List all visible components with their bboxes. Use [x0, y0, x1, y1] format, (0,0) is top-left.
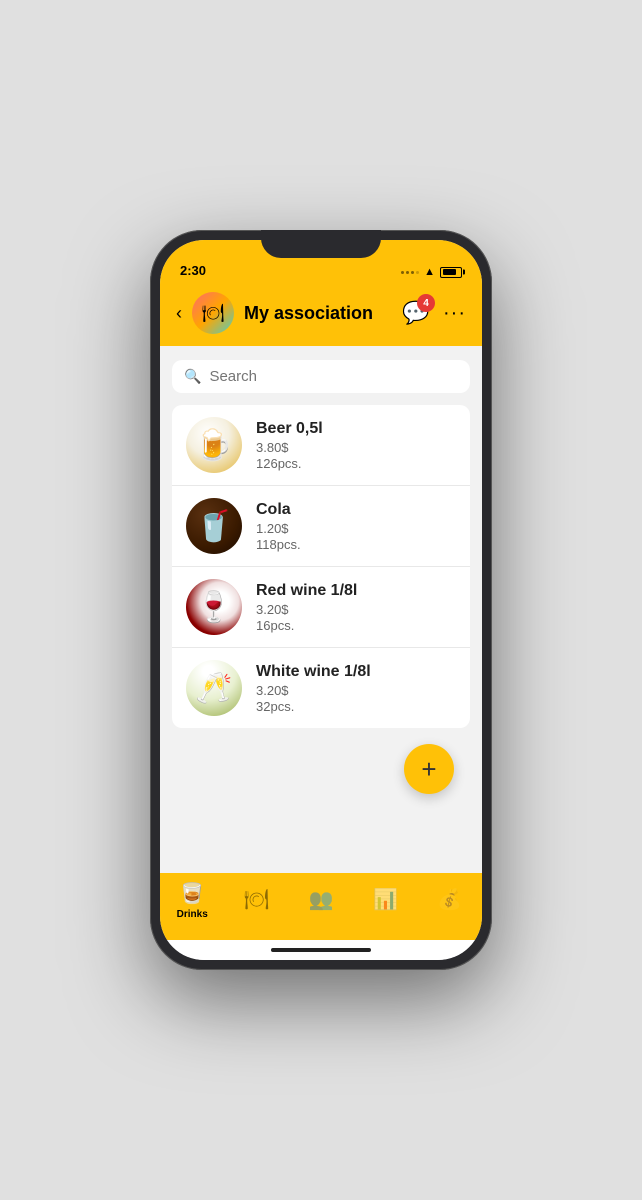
item-list: 🍺 Beer 0,5l 3.80$ 126pcs. 🥤 Cola 1.20$ 1… — [172, 405, 470, 728]
nav-item-food[interactable]: 🍽 — [224, 887, 288, 915]
item-image-beer: 🍺 — [186, 417, 242, 473]
add-button[interactable]: + — [404, 744, 454, 794]
list-item[interactable]: 🥂 White wine 1/8l 3.20$ 32pcs. — [172, 648, 470, 728]
nav-item-finance[interactable]: 💰 — [418, 887, 482, 915]
search-icon: 🔍 — [184, 368, 201, 385]
item-name: Red wine 1/8l — [256, 582, 456, 600]
list-item[interactable]: 🍺 Beer 0,5l 3.80$ 126pcs. — [172, 405, 470, 486]
drinks-icon: 🥃 — [180, 881, 205, 906]
search-bar: 🔍 — [172, 360, 470, 393]
item-image-redwine: 🍷 — [186, 579, 242, 635]
battery-icon — [440, 267, 462, 278]
header-actions: 💬 4 ··· — [399, 296, 466, 330]
home-bar — [271, 948, 371, 952]
header: ‹ 🍽 My association 💬 4 ··· — [160, 284, 482, 346]
people-icon: 👥 — [309, 887, 334, 912]
item-price: 3.20$ — [256, 683, 456, 698]
home-indicator — [160, 940, 482, 960]
item-pcs: 32pcs. — [256, 699, 456, 714]
signal-icon — [401, 271, 419, 274]
more-button[interactable]: ··· — [443, 302, 466, 325]
item-pcs: 16pcs. — [256, 618, 456, 633]
item-image-whitewine: 🥂 — [186, 660, 242, 716]
bottom-navigation: 🥃 Drinks 🍽 👥 📊 💰 — [160, 873, 482, 940]
item-name: Beer 0,5l — [256, 420, 456, 438]
item-name: White wine 1/8l — [256, 663, 456, 681]
item-info: White wine 1/8l 3.20$ 32pcs. — [256, 663, 456, 714]
item-name: Cola — [256, 501, 456, 519]
finance-icon: 💰 — [437, 887, 462, 912]
nav-item-people[interactable]: 👥 — [289, 887, 353, 915]
item-price: 3.20$ — [256, 602, 456, 617]
notification-badge: 4 — [417, 294, 435, 312]
item-price: 1.20$ — [256, 521, 456, 536]
food-icon: 🍽 — [244, 887, 269, 912]
wifi-icon: ▲ — [424, 266, 435, 278]
main-content: 🔍 🍺 Beer 0,5l 3.80$ 126pcs. 🥤 Cola — [160, 346, 482, 873]
search-input[interactable] — [209, 368, 458, 385]
back-button[interactable]: ‹ — [176, 303, 182, 324]
phone-frame: 2:30 ▲ ‹ 🍽 My association — [150, 230, 492, 970]
item-pcs: 126pcs. — [256, 456, 456, 471]
nav-item-stats[interactable]: 📊 — [353, 887, 417, 915]
item-price: 3.80$ — [256, 440, 456, 455]
item-info: Beer 0,5l 3.80$ 126pcs. — [256, 420, 456, 471]
list-item[interactable]: 🍷 Red wine 1/8l 3.20$ 16pcs. — [172, 567, 470, 648]
status-time: 2:30 — [180, 263, 206, 278]
nav-label-drinks: Drinks — [177, 909, 208, 920]
status-icons: ▲ — [401, 266, 462, 278]
avatar: 🍽 — [192, 292, 234, 334]
stats-icon: 📊 — [373, 887, 398, 912]
list-item[interactable]: 🥤 Cola 1.20$ 118pcs. — [172, 486, 470, 567]
item-pcs: 118pcs. — [256, 537, 456, 552]
notch — [261, 230, 381, 258]
item-info: Cola 1.20$ 118pcs. — [256, 501, 456, 552]
item-info: Red wine 1/8l 3.20$ 16pcs. — [256, 582, 456, 633]
phone-screen: 2:30 ▲ ‹ 🍽 My association — [160, 240, 482, 960]
fab-area: + — [172, 728, 470, 810]
nav-item-drinks[interactable]: 🥃 Drinks — [160, 881, 224, 920]
notification-button[interactable]: 💬 4 — [399, 296, 433, 330]
item-image-cola: 🥤 — [186, 498, 242, 554]
page-title: My association — [244, 303, 389, 324]
